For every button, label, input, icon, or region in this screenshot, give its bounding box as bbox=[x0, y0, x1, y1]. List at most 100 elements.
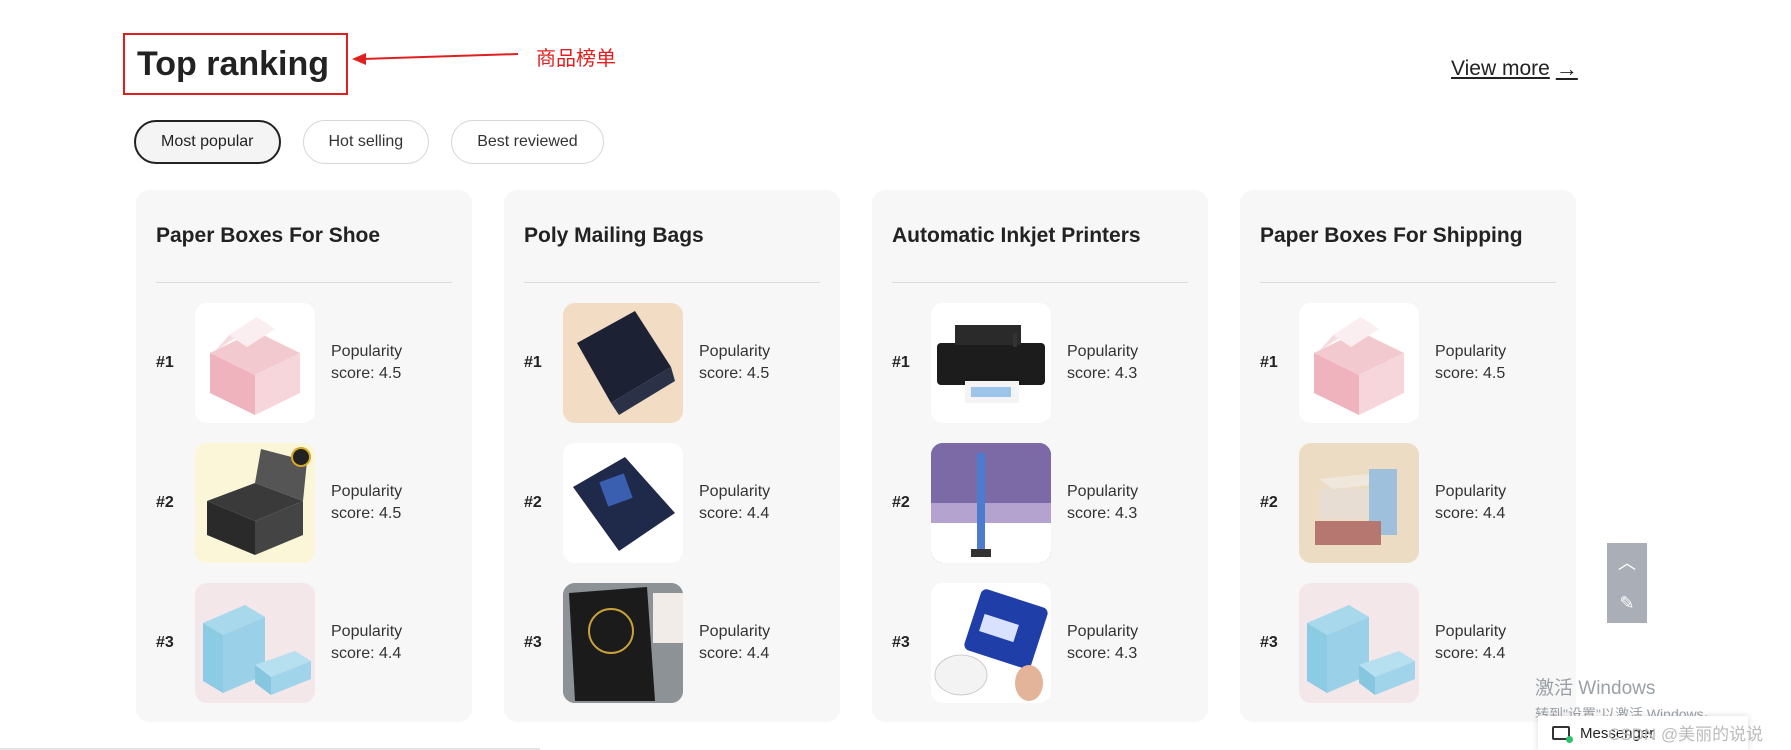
popularity-score: Popularity score: 4.5 bbox=[331, 341, 421, 385]
rank-number: #1 bbox=[156, 354, 174, 371]
ranking-card[interactable]: Automatic Inkjet Printers #1 Popularity … bbox=[872, 190, 1208, 722]
popularity-score: Popularity score: 4.4 bbox=[699, 481, 789, 525]
rank-number: #1 bbox=[892, 354, 910, 371]
score-value: score: 4.4 bbox=[331, 645, 402, 662]
card-title[interactable]: Poly Mailing Bags bbox=[524, 190, 820, 282]
popularity-score: Popularity score: 4.5 bbox=[331, 481, 421, 525]
card-title[interactable]: Automatic Inkjet Printers bbox=[892, 190, 1188, 282]
score-label: Popularity bbox=[1435, 623, 1507, 640]
score-label: Popularity bbox=[1435, 483, 1507, 500]
rank-number: #2 bbox=[1260, 494, 1278, 511]
ranking-item[interactable]: #2 Popularity score: 4.5 bbox=[156, 443, 452, 563]
ranking-item[interactable]: #1 Popularity score: 4.5 bbox=[1260, 303, 1556, 423]
ranking-item[interactable]: #2 Popularity score: 4.4 bbox=[524, 443, 820, 563]
product-image[interactable] bbox=[563, 583, 683, 703]
popularity-score: Popularity score: 4.3 bbox=[1067, 341, 1157, 385]
score-value: score: 4.5 bbox=[699, 365, 770, 382]
chevron-up-icon[interactable]: ︿ bbox=[1618, 554, 1636, 572]
ranking-item[interactable]: #1 Popularity score: 4.5 bbox=[156, 303, 452, 423]
view-more-link[interactable]: View more → bbox=[1451, 56, 1578, 82]
rank-number: #1 bbox=[524, 354, 542, 371]
score-value: score: 4.4 bbox=[1435, 505, 1506, 522]
score-label: Popularity bbox=[331, 623, 403, 640]
score-label: Popularity bbox=[1067, 343, 1139, 360]
popularity-score: Popularity score: 4.3 bbox=[1067, 621, 1157, 665]
score-value: score: 4.4 bbox=[699, 505, 770, 522]
card-title[interactable]: Paper Boxes For Shipping bbox=[1260, 190, 1556, 282]
online-status-dot bbox=[1566, 736, 1573, 743]
score-label: Popularity bbox=[699, 343, 771, 360]
divider bbox=[892, 282, 1188, 283]
rank-number: #3 bbox=[524, 634, 542, 651]
annotation-arrow-icon bbox=[352, 53, 519, 65]
score-label: Popularity bbox=[699, 623, 771, 640]
rank-number: #2 bbox=[892, 494, 910, 511]
ranking-item[interactable]: #1 Popularity score: 4.3 bbox=[892, 303, 1188, 423]
ranking-item[interactable]: #2 Popularity score: 4.4 bbox=[1260, 443, 1556, 563]
score-label: Popularity bbox=[1435, 343, 1507, 360]
card-title[interactable]: Paper Boxes For Shoe bbox=[156, 190, 452, 282]
view-more-label: View more bbox=[1451, 57, 1550, 80]
product-image[interactable] bbox=[563, 443, 683, 563]
popularity-score: Popularity score: 4.4 bbox=[1435, 481, 1525, 525]
divider bbox=[524, 282, 820, 283]
tab-most-popular[interactable]: Most popular bbox=[134, 120, 281, 164]
score-label: Popularity bbox=[1067, 483, 1139, 500]
chat-icon bbox=[1552, 726, 1573, 743]
product-image[interactable] bbox=[195, 583, 315, 703]
divider bbox=[156, 282, 452, 283]
ranking-item[interactable]: #3 Popularity score: 4.4 bbox=[156, 583, 452, 703]
ranking-card[interactable]: Poly Mailing Bags #1 Popularity score: 4… bbox=[504, 190, 840, 722]
score-label: Popularity bbox=[1067, 623, 1139, 640]
arrow-right-icon: → bbox=[1555, 56, 1578, 81]
ranking-item[interactable]: #3 Popularity score: 4.4 bbox=[1260, 583, 1556, 703]
rank-number: #1 bbox=[1260, 354, 1278, 371]
ranking-item[interactable]: #1 Popularity score: 4.5 bbox=[524, 303, 820, 423]
score-value: score: 4.4 bbox=[1435, 645, 1506, 662]
watermark: CSDN @美丽的说说 bbox=[1608, 725, 1764, 744]
tab-hot-selling[interactable]: Hot selling bbox=[302, 120, 430, 164]
product-image[interactable] bbox=[195, 303, 315, 423]
score-label: Popularity bbox=[331, 343, 403, 360]
popularity-score: Popularity score: 4.4 bbox=[331, 621, 421, 665]
ranking-item[interactable]: #3 Popularity score: 4.3 bbox=[892, 583, 1188, 703]
rank-number: #3 bbox=[1260, 634, 1278, 651]
product-image[interactable] bbox=[931, 303, 1051, 423]
ranking-tabs: Most popular Hot selling Best reviewed bbox=[134, 120, 604, 164]
side-widget: ︿ ✎ bbox=[1607, 543, 1647, 623]
section-title: Top ranking bbox=[123, 33, 348, 95]
product-image[interactable] bbox=[1299, 443, 1419, 563]
ranking-card[interactable]: Paper Boxes For Shoe #1 Popularity score… bbox=[136, 190, 472, 722]
annotation-label: 商品榜单 bbox=[536, 48, 616, 70]
popularity-score: Popularity score: 4.5 bbox=[1435, 341, 1525, 385]
popularity-score: Popularity score: 4.5 bbox=[699, 341, 789, 385]
score-value: score: 4.3 bbox=[1067, 365, 1138, 382]
score-label: Popularity bbox=[331, 483, 403, 500]
rank-number: #3 bbox=[892, 634, 910, 651]
score-value: score: 4.5 bbox=[1435, 365, 1506, 382]
product-image[interactable] bbox=[195, 443, 315, 563]
rank-number: #3 bbox=[156, 634, 174, 651]
product-image[interactable] bbox=[931, 443, 1051, 563]
tab-best-reviewed[interactable]: Best reviewed bbox=[451, 120, 604, 164]
score-value: score: 4.5 bbox=[331, 505, 402, 522]
product-image[interactable] bbox=[1299, 583, 1419, 703]
popularity-score: Popularity score: 4.4 bbox=[1435, 621, 1525, 665]
ranking-item[interactable]: #3 Popularity score: 4.4 bbox=[524, 583, 820, 703]
rank-number: #2 bbox=[524, 494, 542, 511]
score-value: score: 4.3 bbox=[1067, 645, 1138, 662]
section-title-text: Top ranking bbox=[137, 44, 330, 83]
product-image[interactable] bbox=[563, 303, 683, 423]
windows-activation-title: 激活 Windows bbox=[1535, 678, 1656, 699]
popularity-score: Popularity score: 4.4 bbox=[699, 621, 789, 665]
ranking-card[interactable]: Paper Boxes For Shipping #1 Popularity s… bbox=[1240, 190, 1576, 722]
score-value: score: 4.3 bbox=[1067, 505, 1138, 522]
ranking-item[interactable]: #2 Popularity score: 4.3 bbox=[892, 443, 1188, 563]
popularity-score: Popularity score: 4.3 bbox=[1067, 481, 1157, 525]
feedback-edit-icon[interactable]: ✎ bbox=[1619, 594, 1634, 612]
product-image[interactable] bbox=[931, 583, 1051, 703]
product-image[interactable] bbox=[1299, 303, 1419, 423]
score-value: score: 4.5 bbox=[331, 365, 402, 382]
rank-number: #2 bbox=[156, 494, 174, 511]
score-label: Popularity bbox=[699, 483, 771, 500]
